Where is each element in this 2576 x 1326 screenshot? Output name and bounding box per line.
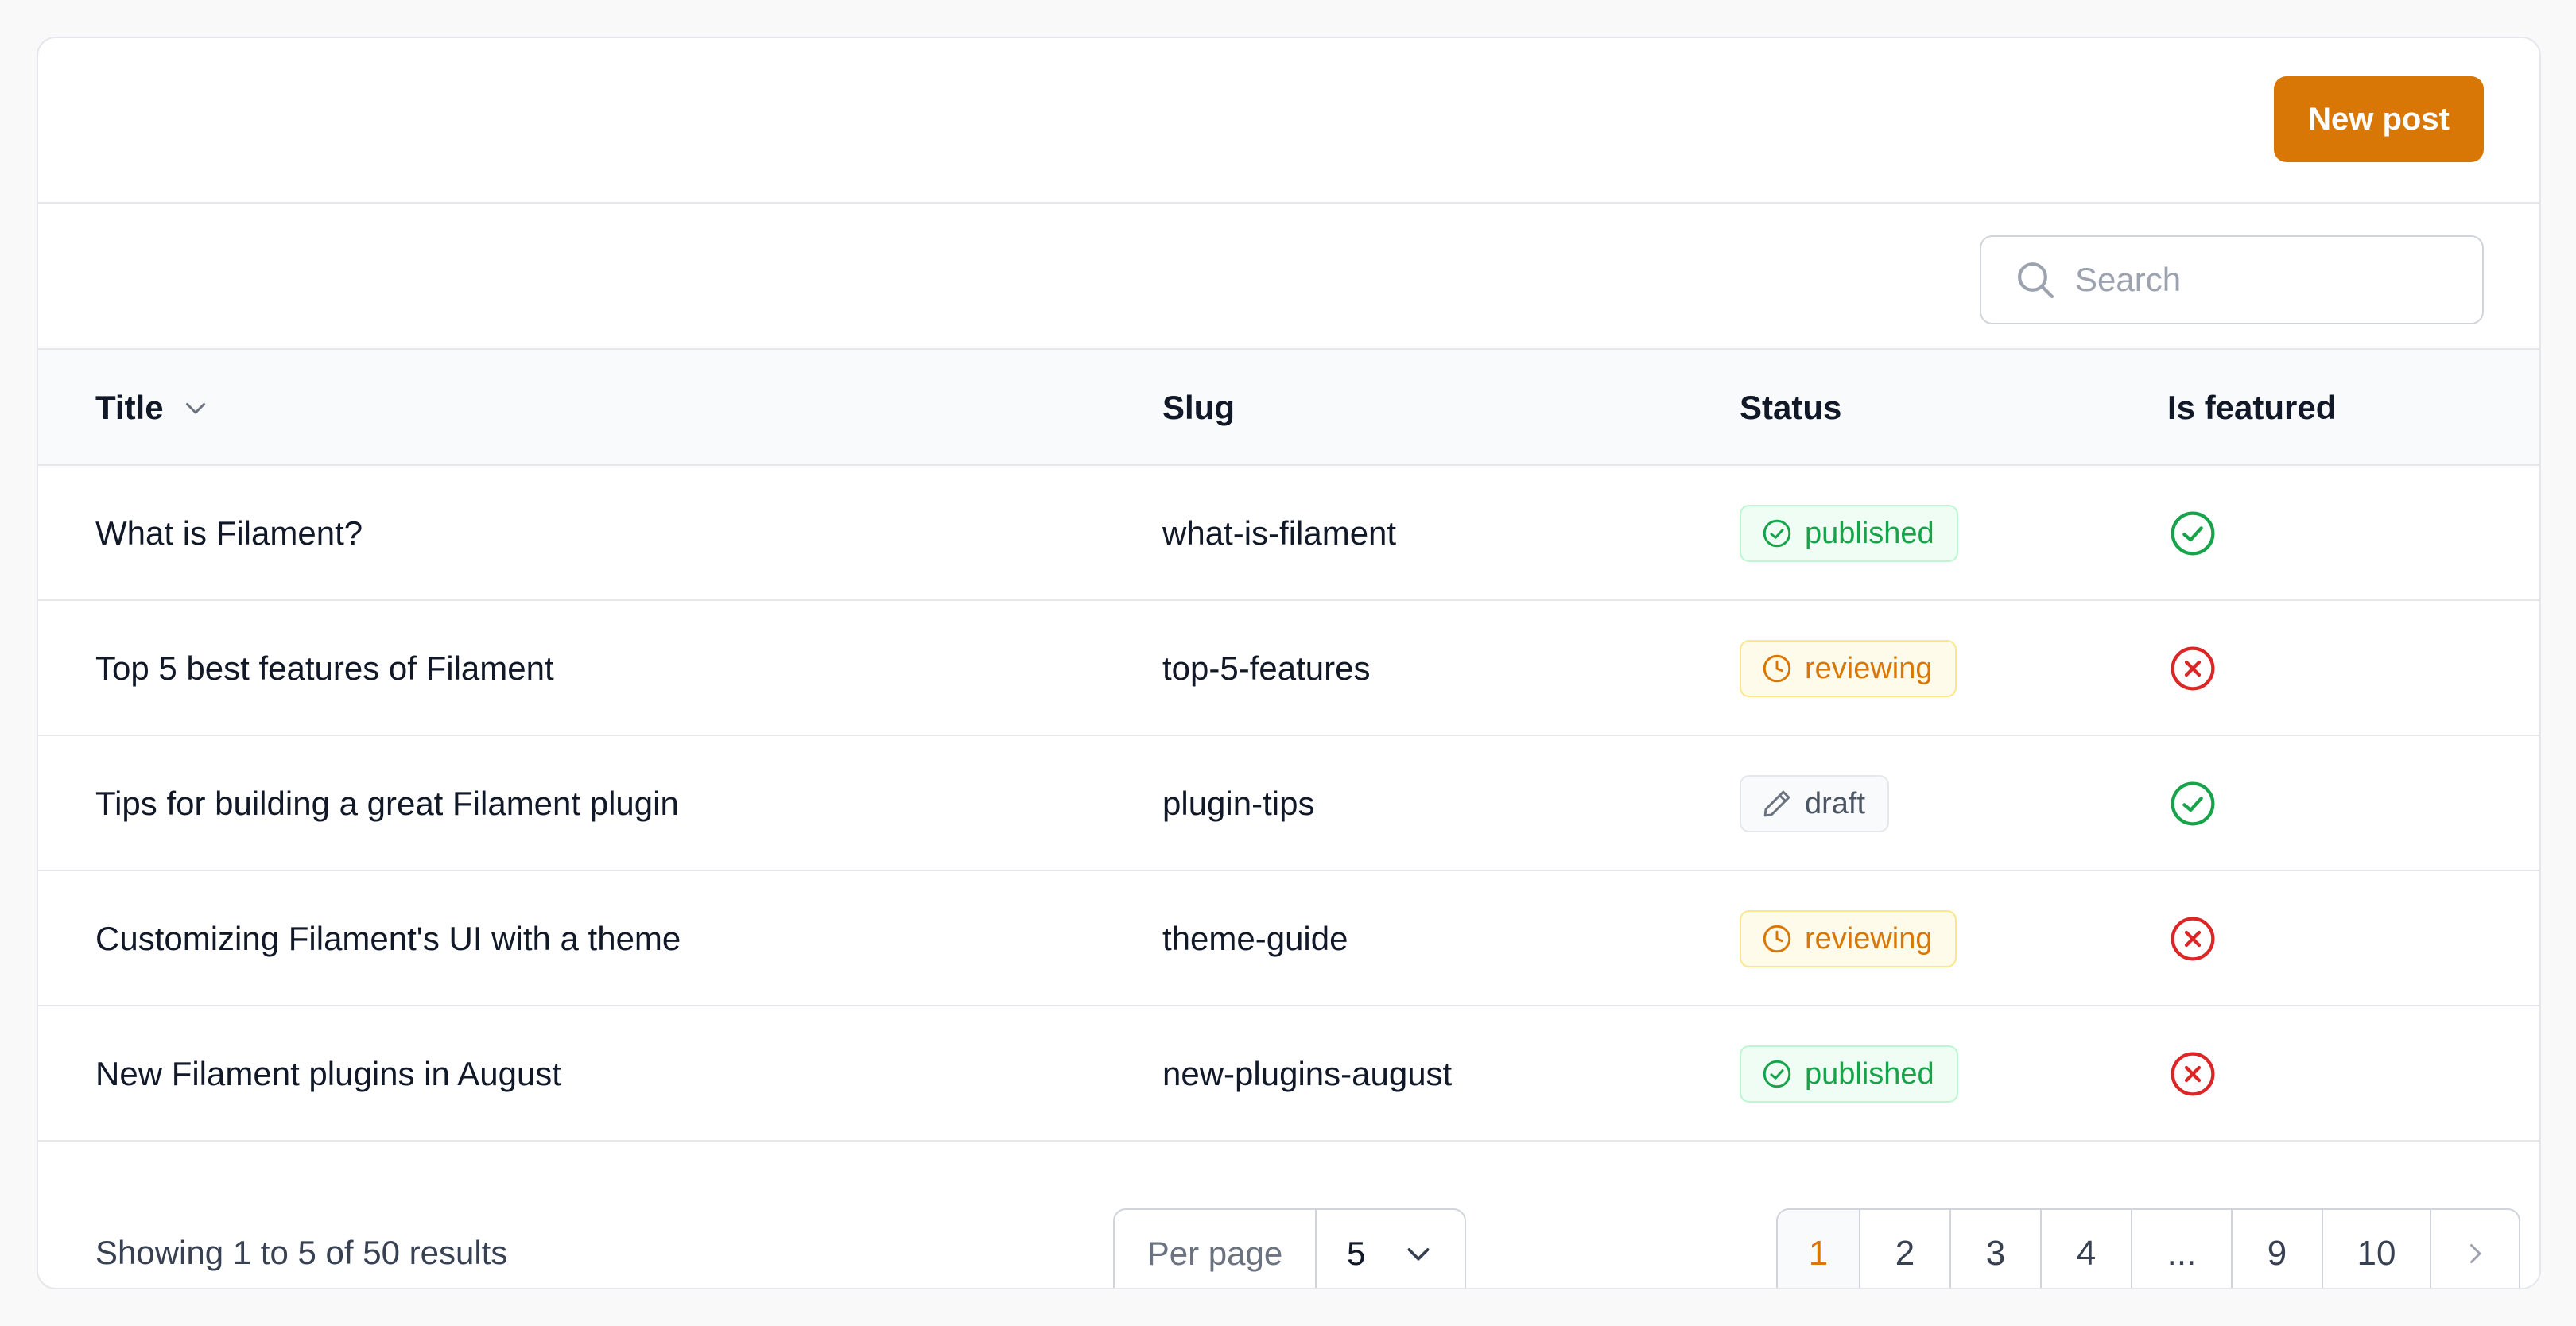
results-summary: Showing 1 to 5 of 50 results xyxy=(95,1234,508,1271)
clock-icon xyxy=(1763,925,1791,953)
posts-table-card: New post Title Slug Status Is featured W… xyxy=(37,37,2541,1289)
check-circle-icon xyxy=(2171,511,2215,556)
row-status: published xyxy=(1740,1006,1958,1142)
column-header-slug: Slug xyxy=(1162,389,1235,426)
status-badge-label: draft xyxy=(1805,786,1866,820)
row-title: Tips for building a great Filament plugi… xyxy=(95,785,679,822)
row-title: New Filament plugins in August xyxy=(95,1055,561,1092)
search-input[interactable] xyxy=(2075,261,2457,299)
column-header-status: Status xyxy=(1740,389,1842,426)
per-page-label: Per page xyxy=(1115,1210,1317,1288)
status-badge: reviewing xyxy=(1740,640,1957,697)
new-post-button[interactable]: New post xyxy=(2274,76,2484,162)
table-header-actions: New post xyxy=(38,38,2539,204)
row-featured xyxy=(2167,601,2218,736)
row-featured xyxy=(2167,736,2218,871)
column-header-title-label: Title xyxy=(95,389,164,426)
clock-icon xyxy=(1763,654,1791,683)
row-slug: plugin-tips xyxy=(1162,785,1315,822)
status-badge-label: reviewing xyxy=(1805,651,1933,685)
table-row[interactable]: Top 5 best features of Filament top-5-fea… xyxy=(38,601,2539,736)
table-row[interactable]: Customizing Filament's UI with a theme th… xyxy=(38,871,2539,1006)
check-circle-icon xyxy=(1763,519,1791,548)
per-page-value: 5 xyxy=(1347,1235,1366,1272)
row-featured xyxy=(2167,1006,2218,1142)
status-badge-label: reviewing xyxy=(1805,921,1933,956)
per-page-select[interactable]: 5 xyxy=(1317,1210,1465,1288)
row-slug: new-plugins-august xyxy=(1162,1055,1453,1092)
status-badge: draft xyxy=(1740,775,1890,832)
status-badge-label: published xyxy=(1805,516,1934,550)
row-status: reviewing xyxy=(1740,871,1957,1006)
column-header-title[interactable]: Title xyxy=(95,350,210,466)
page-button-10[interactable]: 10 xyxy=(2323,1210,2431,1288)
table-toolbar xyxy=(38,205,2539,350)
column-header-featured: Is featured xyxy=(2167,389,2337,426)
row-slug: top-5-features xyxy=(1162,649,1371,687)
page-button-2[interactable]: 2 xyxy=(1860,1210,1951,1288)
status-badge: published xyxy=(1740,505,1958,562)
pencil-icon xyxy=(1763,790,1790,817)
pagination: 1 2 3 4... 9 10 xyxy=(1776,1208,2520,1288)
row-status: reviewing xyxy=(1740,601,1957,736)
per-page-control: Per page 5 xyxy=(1113,1208,1466,1288)
row-slug: theme-guide xyxy=(1162,920,1348,957)
table-footer: Showing 1 to 5 of 50 results Per page 5 … xyxy=(38,1181,2539,1288)
x-circle-icon xyxy=(2171,917,2215,961)
check-circle-icon xyxy=(1763,1060,1791,1088)
page-button-1[interactable]: 1 xyxy=(1778,1210,1860,1288)
table-row[interactable]: Tips for building a great Filament plugi… xyxy=(38,736,2539,871)
search-icon xyxy=(2018,262,2054,299)
status-badge: reviewing xyxy=(1740,910,1957,967)
table-header-row: Title Slug Status Is featured xyxy=(38,350,2539,466)
pagination-ellipsis: ... xyxy=(2132,1210,2233,1288)
row-status: published xyxy=(1740,466,1958,601)
x-circle-icon xyxy=(2171,1052,2215,1096)
status-badge-label: published xyxy=(1805,1057,1934,1091)
row-status: draft xyxy=(1740,736,1890,871)
row-featured xyxy=(2167,871,2218,1006)
next-page-button[interactable] xyxy=(2431,1210,2519,1288)
page-button-3[interactable]: 3 xyxy=(1951,1210,2042,1288)
check-circle-icon xyxy=(2171,781,2215,826)
page-button-4[interactable]: 4 xyxy=(2042,1210,2132,1288)
chevron-down-icon xyxy=(185,403,205,414)
row-slug: what-is-filament xyxy=(1162,514,1397,552)
chevron-right-icon xyxy=(2470,1244,2481,1263)
row-featured xyxy=(2167,466,2218,601)
x-circle-icon xyxy=(2171,646,2215,691)
table-row[interactable]: What is Filament? what-is-filament publish… xyxy=(38,466,2539,601)
chevron-down-icon xyxy=(1407,1248,1430,1261)
page-button-9[interactable]: 9 xyxy=(2233,1210,2323,1288)
status-badge: published xyxy=(1740,1045,1958,1103)
row-title: What is Filament? xyxy=(95,514,363,552)
table-row[interactable]: New Filament plugins in August new-plugin… xyxy=(38,1006,2539,1142)
search-field[interactable] xyxy=(1980,235,2484,324)
row-title: Customizing Filament's UI with a theme xyxy=(95,920,681,957)
row-title: Top 5 best features of Filament xyxy=(95,649,554,687)
